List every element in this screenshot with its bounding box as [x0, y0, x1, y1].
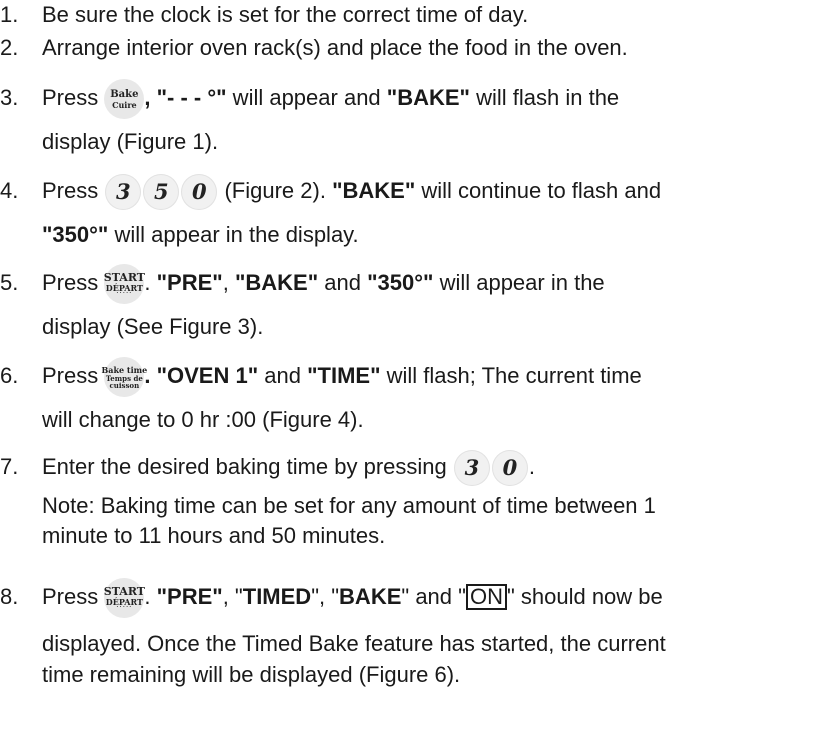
- step-number: 1.: [0, 2, 19, 27]
- step-number: 7.: [0, 454, 19, 479]
- step-text-line1: Press START DÉPART ·····. "PRE", "TIMED", …: [42, 573, 663, 621]
- on-display-indicator: ON: [465, 584, 507, 610]
- step-number: 4.: [0, 178, 19, 203]
- number-5-key-icon: 5: [143, 174, 180, 211]
- step-text-line1: Press Bake time Temps de cuisson. "OVEN 1"…: [42, 352, 642, 400]
- step-text-line1: Enter the desired baking time by pressin…: [42, 443, 535, 491]
- number-0-key-icon: 0: [181, 174, 218, 211]
- step-number: 3.: [0, 85, 19, 110]
- bake-time-key-icon: Bake time Temps de cuisson: [102, 357, 147, 398]
- step-text-line2: "350°" will appear in the display.: [42, 222, 359, 247]
- step-text-line1: Press 350 (Figure 2). "BAKE" will contin…: [42, 167, 661, 215]
- step-text-line2: display (See Figure 3).: [42, 314, 264, 339]
- step-note-line1: Note: Baking time can be set for any amo…: [42, 493, 656, 518]
- step-text-line3: time remaining will be displayed (Figure…: [42, 662, 461, 687]
- step-number: 5.: [0, 270, 19, 295]
- step-text-line1: Press START DÉPART ·····. "PRE", "BAKE" an…: [42, 259, 605, 307]
- step-note-line2: minute to 11 hours and 50 minutes.: [42, 523, 386, 548]
- step-number: 2.: [0, 35, 19, 60]
- number-3-key-icon: 3: [105, 174, 142, 211]
- step-text: Arrange interior oven rack(s) and place …: [42, 35, 628, 60]
- number-3-key-icon: 3: [453, 450, 490, 487]
- start-key-icon: START DÉPART ·····: [104, 578, 145, 619]
- step-number: 8.: [0, 584, 19, 609]
- number-0-key-icon: 0: [491, 450, 528, 487]
- start-key-icon: START DÉPART ·····: [104, 264, 145, 305]
- step-text: Be sure the clock is set for the correct…: [42, 2, 529, 27]
- step-number: 6.: [0, 363, 19, 388]
- step-text-line2: display (Figure 1).: [42, 129, 219, 154]
- step-text-line1: Press Bake Cuire, "- - - °" will appear a…: [42, 74, 619, 122]
- step-text-line2: displayed. Once the Timed Bake feature h…: [42, 631, 666, 656]
- bake-key-icon: Bake Cuire: [104, 79, 145, 120]
- step-text-line2: will change to 0 hr :00 (Figure 4).: [42, 407, 364, 432]
